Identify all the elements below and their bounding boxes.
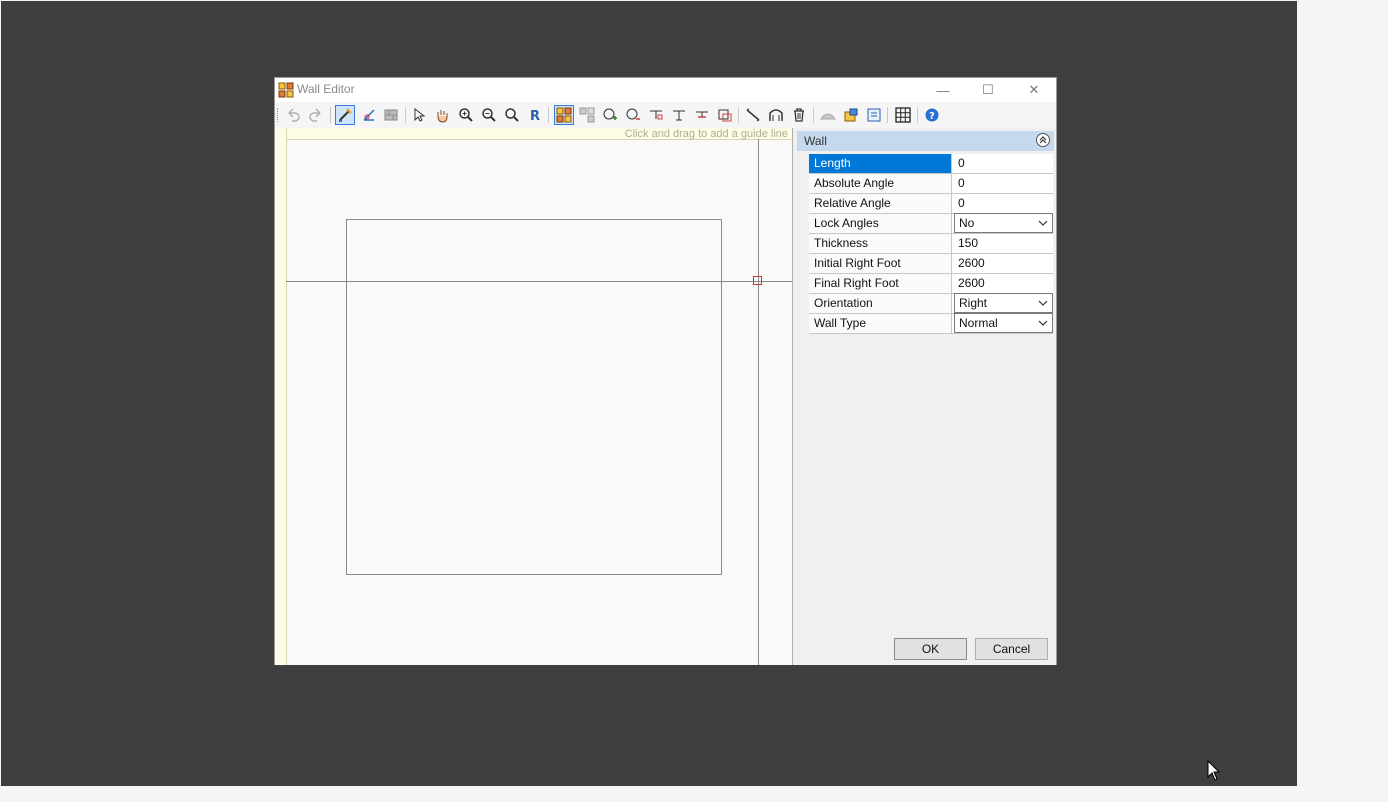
close-button[interactable]: ✕ <box>1011 78 1057 102</box>
property-name: Relative Angle <box>809 194 952 213</box>
property-name: Length <box>809 154 952 173</box>
absolute-angle-value-field[interactable]: 0 <box>954 174 1053 193</box>
desktop-bottom-strip <box>0 786 1297 802</box>
properties-panel: Wall Length 0 Absolute Angle 0 Relative … <box>793 128 1056 665</box>
ok-button[interactable]: OK <box>894 638 967 660</box>
wall-editor-app-icon <box>278 82 294 98</box>
wall-node-handle[interactable] <box>753 276 762 285</box>
grid-table-icon[interactable] <box>893 105 913 125</box>
title-bar[interactable]: Wall Editor — ☐ ✕ <box>275 78 1056 102</box>
split-wall-icon[interactable] <box>646 105 666 125</box>
roof-icon[interactable] <box>818 105 838 125</box>
property-row-wall-type[interactable]: Wall Type Normal <box>809 313 1053 334</box>
lock-angles-dropdown[interactable]: No <box>954 213 1053 233</box>
drawing-canvas[interactable]: Click and drag to add a guide line <box>275 128 793 665</box>
snap-grid-icon[interactable] <box>554 105 574 125</box>
property-row-lock-angles[interactable]: Lock Angles No <box>809 213 1053 234</box>
join-wall-icon[interactable] <box>669 105 689 125</box>
snap-disabled-icon[interactable] <box>577 105 597 125</box>
guide-ruler-left[interactable] <box>275 128 287 665</box>
ruler-hint-text: Click and drag to add a guide line <box>624 128 788 140</box>
initial-right-foot-value-field[interactable]: 2600 <box>954 254 1053 273</box>
import-icon[interactable] <box>841 105 861 125</box>
property-grid: Length 0 Absolute Angle 0 Relative Angle… <box>809 154 1053 334</box>
mouse-cursor-icon <box>1207 760 1221 781</box>
chevron-down-icon <box>1038 300 1048 306</box>
wall-group-header[interactable]: Wall <box>797 131 1054 151</box>
property-name: Orientation <box>809 294 952 313</box>
measure-icon[interactable] <box>743 105 763 125</box>
desktop-right-strip <box>1297 0 1388 802</box>
delete-trash-icon[interactable] <box>789 105 809 125</box>
undo-icon[interactable] <box>283 105 303 125</box>
final-right-foot-value-field[interactable]: 2600 <box>954 274 1053 293</box>
wall-group-title: Wall <box>804 134 827 148</box>
property-name: Wall Type <box>809 314 952 333</box>
window-title: Wall Editor <box>297 82 355 96</box>
draw-angle-icon[interactable] <box>359 105 379 125</box>
property-row-absolute-angle[interactable]: Absolute Angle 0 <box>809 174 1053 194</box>
property-name: Final Right Foot <box>809 274 952 293</box>
room-outline[interactable] <box>346 219 722 575</box>
minimize-button[interactable]: — <box>920 78 966 102</box>
reset-r-icon[interactable]: R <box>525 105 545 125</box>
property-name: Lock Angles <box>809 214 952 233</box>
toolbar-grip[interactable] <box>277 108 280 122</box>
property-name: Initial Right Foot <box>809 254 952 273</box>
property-row-initial-right-foot[interactable]: Initial Right Foot 2600 <box>809 254 1053 274</box>
orientation-dropdown[interactable]: Right <box>954 293 1053 313</box>
cancel-button[interactable]: Cancel <box>975 638 1048 660</box>
svg-text:?: ? <box>929 111 935 122</box>
relative-angle-value-field[interactable]: 0 <box>954 194 1053 213</box>
chevron-down-icon <box>1038 220 1048 226</box>
zoom-fit-icon[interactable] <box>502 105 522 125</box>
property-row-final-right-foot[interactable]: Final Right Foot 2600 <box>809 274 1053 294</box>
maximize-button[interactable]: ☐ <box>965 78 1011 102</box>
toolbar: R ? <box>275 102 1056 128</box>
wall-editor-window: Wall Editor — ☐ ✕ R ? Click and drag to … <box>274 77 1057 665</box>
wall-type-dropdown[interactable]: Normal <box>954 313 1053 333</box>
svg-text:R: R <box>530 109 540 123</box>
export-icon[interactable] <box>864 105 884 125</box>
dropdown-value: Right <box>959 296 988 310</box>
thickness-value-field[interactable]: 150 <box>954 234 1053 253</box>
wall-texture-icon[interactable] <box>381 105 401 125</box>
property-name: Thickness <box>809 234 952 253</box>
property-row-relative-angle[interactable]: Relative Angle 0 <box>809 194 1053 214</box>
help-icon[interactable]: ? <box>922 105 942 125</box>
add-point-icon[interactable] <box>600 105 620 125</box>
property-row-thickness[interactable]: Thickness 150 <box>809 234 1053 254</box>
redo-icon[interactable] <box>306 105 326 125</box>
offset-wall-icon[interactable] <box>715 105 735 125</box>
vertical-guide-line[interactable] <box>758 139 759 665</box>
property-row-length[interactable]: Length 0 <box>809 154 1053 174</box>
zoom-in-icon[interactable] <box>456 105 476 125</box>
align-wall-icon[interactable] <box>692 105 712 125</box>
arch-icon[interactable] <box>766 105 786 125</box>
pan-hand-icon[interactable] <box>432 105 452 125</box>
collapse-icon[interactable] <box>1036 133 1050 147</box>
chevron-down-icon <box>1038 320 1048 326</box>
dropdown-value: No <box>959 216 975 230</box>
length-value-field[interactable]: 0 <box>954 154 1053 173</box>
select-pointer-icon[interactable] <box>409 105 429 125</box>
property-row-orientation[interactable]: Orientation Right <box>809 293 1053 314</box>
horizontal-guide-line[interactable] <box>286 281 792 282</box>
draw-wall-icon[interactable] <box>335 105 355 125</box>
guide-ruler-top[interactable]: Click and drag to add a guide line <box>275 128 792 140</box>
property-name: Absolute Angle <box>809 174 952 193</box>
dropdown-value: Normal <box>959 316 998 330</box>
remove-point-icon[interactable] <box>623 105 643 125</box>
zoom-out-icon[interactable] <box>479 105 499 125</box>
